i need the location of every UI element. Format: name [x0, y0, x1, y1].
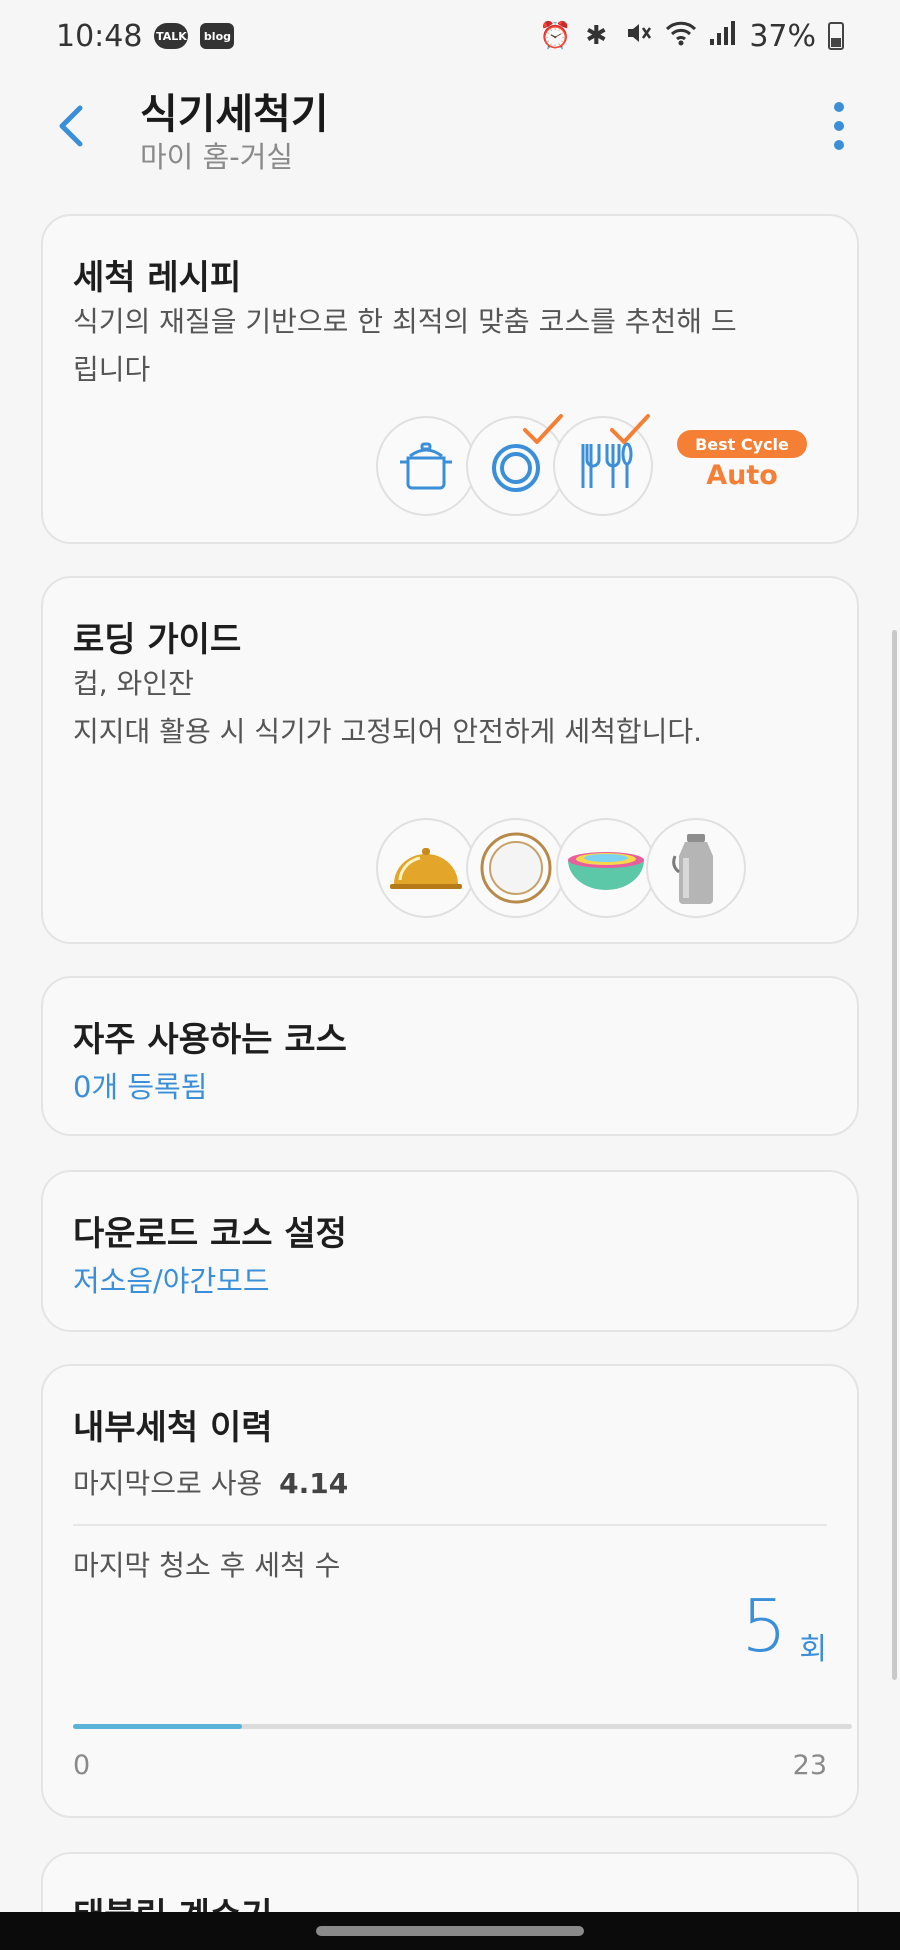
wash-recipe-title: 세척 레시피	[73, 258, 242, 298]
more-dot-icon	[834, 140, 844, 150]
page-subtitle: 마이 홈-거실	[140, 140, 294, 174]
wash-count-label: 마지막 청소 후 세척 수	[73, 1549, 341, 1582]
battery-percent: 37%	[749, 18, 816, 54]
signal-icon	[707, 19, 737, 54]
wash-count-progress-fill	[73, 1724, 243, 1729]
bowls-image	[556, 818, 656, 918]
pot-icon	[376, 416, 476, 516]
bluetooth-icon: ✱	[585, 21, 608, 51]
favorite-course-title: 자주 사용하는 코스	[73, 1020, 347, 1060]
chevron-left-icon	[59, 105, 83, 147]
mute-icon	[623, 19, 653, 54]
navigation-bar	[0, 1912, 900, 1950]
status-left: 10:48 TALK blog	[56, 18, 235, 54]
interior-clean-history-card[interactable]: 내부세척 이력 마지막으로 사용 4.14 마지막 청소 후 세척 수 5 회 …	[41, 1364, 859, 1818]
loading-guide-line1: 컵, 와인잔	[73, 667, 194, 700]
wifi-icon	[665, 19, 697, 54]
cutlery-check-icon	[610, 414, 650, 444]
wash-recipe-desc-line1: 식기의 재질을 기반으로 한 최적의 맞춤 코스를 추천해 드	[73, 305, 737, 338]
loading-guide-card[interactable]: 로딩 가이드 컵, 와인잔 지지대 활용 시 식기가 고정되어 안전하게 세척합…	[41, 576, 859, 944]
favorite-course-card[interactable]: 자주 사용하는 코스 0개 등록됨	[41, 976, 859, 1136]
loading-guide-title: 로딩 가이드	[73, 620, 242, 660]
download-course-card[interactable]: 다운로드 코스 설정 저소음/야간모드	[41, 1170, 859, 1332]
wash-count-unit: 회	[799, 1632, 827, 1667]
status-time: 10:48	[56, 18, 143, 54]
download-course-value: 저소음/야간모드	[73, 1264, 270, 1298]
home-gesture-handle[interactable]	[316, 1926, 584, 1936]
battery-icon	[828, 22, 844, 50]
status-bar: 10:48 TALK blog ⏰ ✱ 37%	[0, 0, 900, 72]
plate-image	[466, 818, 566, 918]
more-options-button[interactable]	[832, 102, 846, 150]
talk-notification-icon: TALK	[154, 23, 189, 49]
alarm-icon: ⏰	[539, 21, 572, 51]
divider	[73, 1524, 827, 1526]
wash-recipe-desc-line2: 립니다	[73, 353, 151, 386]
milk-can-image	[646, 818, 746, 918]
progress-max-label: 23	[792, 1750, 827, 1781]
wash-recipe-card[interactable]: 세척 레시피 식기의 재질을 기반으로 한 최적의 맞춤 코스를 추천해 드 립…	[41, 214, 859, 544]
interior-clean-title: 내부세척 이력	[73, 1408, 273, 1448]
progress-min-label: 0	[73, 1750, 91, 1781]
wash-count-progress	[73, 1724, 852, 1729]
last-used-label: 마지막으로 사용	[73, 1467, 263, 1500]
last-used-value: 4.14	[279, 1467, 349, 1500]
loading-guide-line2: 지지대 활용 시 식기가 고정되어 안전하게 세척합니다.	[73, 715, 703, 748]
download-course-title: 다운로드 코스 설정	[73, 1214, 347, 1254]
last-used-row: 마지막으로 사용 4.14	[73, 1460, 348, 1508]
scrollbar[interactable]	[892, 630, 897, 1680]
blog-notification-icon: blog	[200, 23, 235, 49]
cloche-image	[376, 818, 476, 918]
status-right: ⏰ ✱ 37%	[539, 19, 844, 54]
more-dot-icon	[834, 102, 844, 112]
best-cycle-badge: Best Cycle	[677, 430, 807, 458]
favorite-course-value: 0개 등록됨	[73, 1070, 208, 1104]
more-dot-icon	[834, 121, 844, 131]
auto-label: Auto	[706, 460, 778, 491]
page-title: 식기세척기	[140, 90, 329, 138]
wash-count-value: 5	[741, 1584, 787, 1668]
back-button[interactable]	[56, 104, 96, 148]
app-bar: 식기세척기 마이 홈-거실	[0, 72, 900, 182]
